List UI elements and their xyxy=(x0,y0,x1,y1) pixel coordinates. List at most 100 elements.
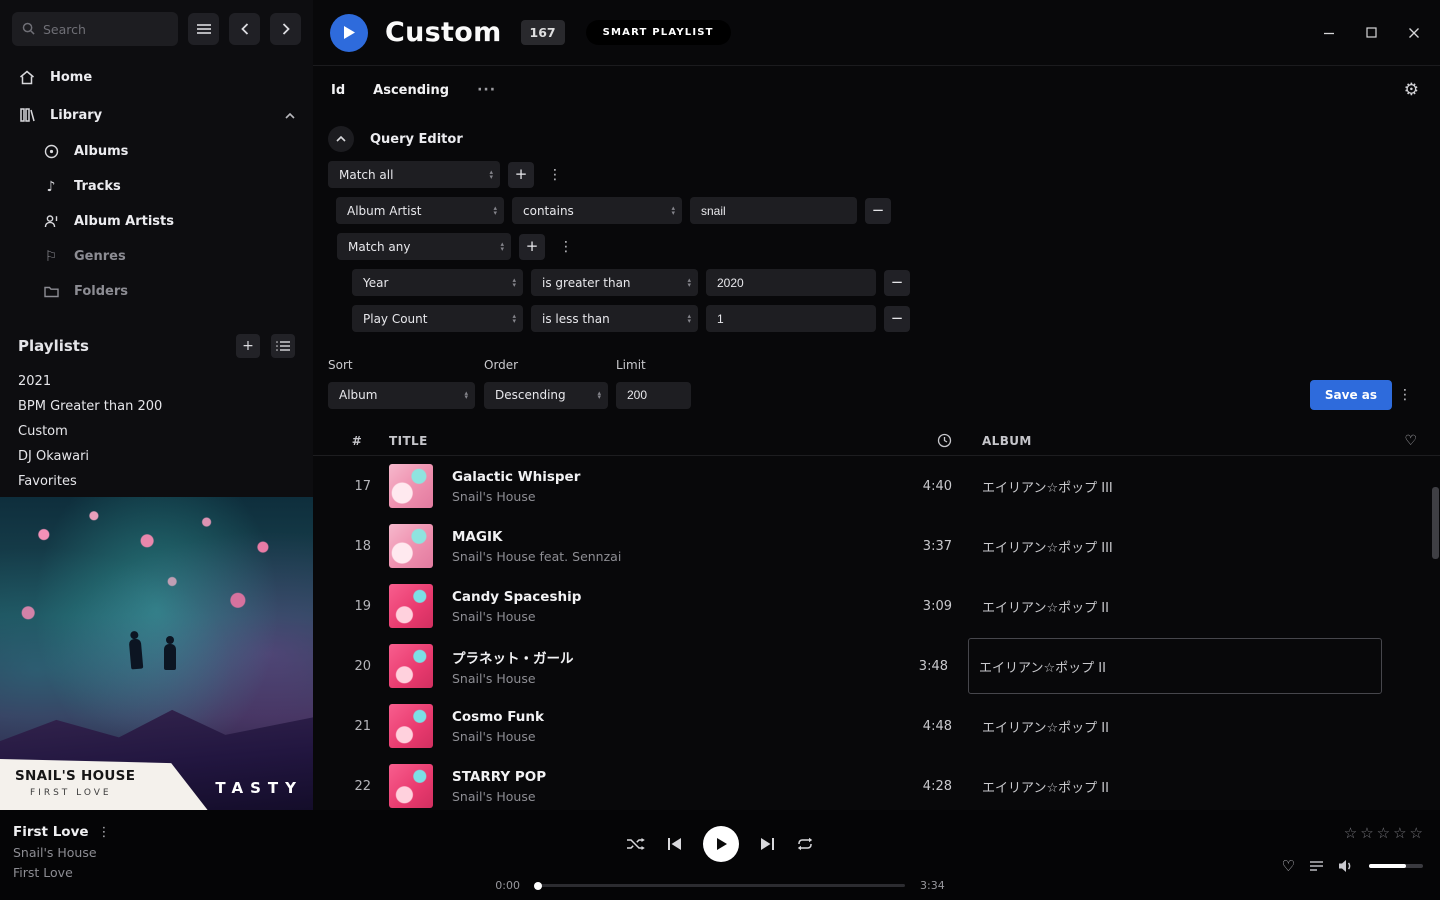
sidebar-item-albums[interactable]: Albums xyxy=(0,134,313,169)
track-row[interactable]: 21 Cosmo FunkSnail's House 4:48 エイリアン☆ポッ… xyxy=(313,696,1440,756)
remove-rule-button[interactable]: − xyxy=(884,270,910,296)
seek-bar[interactable] xyxy=(535,884,905,887)
favorite-column-icon[interactable]: ♡ xyxy=(1382,433,1440,449)
repeat-button[interactable] xyxy=(796,837,814,851)
star-icon[interactable]: ☆ xyxy=(1360,824,1373,842)
volume-fill xyxy=(1369,864,1406,868)
star-icon[interactable]: ☆ xyxy=(1377,824,1390,842)
rule-field-select[interactable]: Play Count ▴▾ xyxy=(352,305,523,332)
sidebar-item-folders[interactable]: Folders xyxy=(0,274,313,309)
sidebar-item-home[interactable]: Home xyxy=(0,58,313,96)
rule-value-input[interactable] xyxy=(706,269,876,296)
volume-icon[interactable] xyxy=(1338,859,1355,873)
duration-column-icon[interactable] xyxy=(902,433,952,448)
sidebar-item-album-artists[interactable]: Album Artists xyxy=(0,204,313,239)
rule-operator-select[interactable]: is less than ▴▾ xyxy=(531,305,698,332)
rule-value-input[interactable] xyxy=(690,197,857,224)
group-menu-button[interactable]: ⋮ xyxy=(542,165,568,185)
track-duration: 4:28 xyxy=(902,779,952,794)
rule-value-input[interactable] xyxy=(706,305,876,332)
sidebar-item-genres[interactable]: ⚐ Genres xyxy=(0,239,313,274)
chevron-up-icon[interactable] xyxy=(285,108,295,123)
now-playing-album: First Love xyxy=(13,865,114,880)
search-icon xyxy=(22,20,35,39)
track-row[interactable]: 17 Galactic WhisperSnail's House 4:40 エイ… xyxy=(313,456,1440,516)
rule-operator-select[interactable]: contains ▴▾ xyxy=(512,197,682,224)
playlist-list-button[interactable] xyxy=(271,334,295,358)
silhouette-figure xyxy=(164,644,176,670)
sort-by-select[interactable]: Album ▴▾ xyxy=(328,382,475,409)
previous-track-button[interactable] xyxy=(667,837,682,851)
save-as-button[interactable]: Save as xyxy=(1310,380,1392,410)
minimize-button[interactable] xyxy=(1323,27,1335,39)
queue-button[interactable] xyxy=(1309,860,1324,873)
group-menu-button[interactable]: ⋮ xyxy=(553,237,579,257)
sort-label: Sort xyxy=(328,358,475,372)
volume-slider[interactable] xyxy=(1369,864,1423,868)
sort-field-button[interactable]: Id xyxy=(331,83,345,98)
track-row[interactable]: 20 プラネット・ガールSnail's House 3:48 エイリアン☆ポップ… xyxy=(313,636,1440,696)
play-playlist-button[interactable] xyxy=(330,14,368,52)
match-mode-select[interactable]: Match any ▴▾ xyxy=(337,233,511,260)
settings-button[interactable]: ⚙ xyxy=(1404,80,1419,100)
star-icon[interactable]: ☆ xyxy=(1410,824,1423,842)
rule-field-select[interactable]: Year ▴▾ xyxy=(352,269,523,296)
remove-rule-button[interactable]: − xyxy=(884,306,910,332)
track-title: Cosmo Funk xyxy=(452,709,902,725)
shuffle-button[interactable] xyxy=(626,837,646,851)
sort-controls-row: Album ▴▾ Descending ▴▾ Save as ⋮ xyxy=(313,380,1440,410)
playlist-item[interactable]: Favorites xyxy=(0,469,313,494)
column-album[interactable]: ALBUM xyxy=(982,434,1382,448)
select-value: Match all xyxy=(339,168,393,182)
query-menu-button[interactable]: ⋮ xyxy=(1392,385,1418,405)
collapse-query-editor-button[interactable] xyxy=(328,126,354,152)
query-editor-title: Query Editor xyxy=(370,132,463,147)
search-box[interactable] xyxy=(12,12,178,46)
seek-handle[interactable] xyxy=(534,882,542,890)
track-title: プラネット・ガール xyxy=(452,647,898,667)
player-right-controls: ♡ xyxy=(1282,857,1423,875)
rule-field-select[interactable]: Album Artist ▴▾ xyxy=(336,197,504,224)
maximize-button[interactable] xyxy=(1366,27,1377,39)
track-row[interactable]: 19 Candy SpaceshipSnail's House 3:09 エイリ… xyxy=(313,576,1440,636)
column-title[interactable]: TITLE xyxy=(389,434,428,448)
search-input[interactable] xyxy=(43,22,168,37)
track-row[interactable]: 22 STARRY POPSnail's House 4:28 エイリアン☆ポッ… xyxy=(313,756,1440,810)
sidebar-item-tracks[interactable]: ♪ Tracks xyxy=(0,169,313,204)
now-playing-menu-button[interactable]: ⋮ xyxy=(95,825,114,840)
toolbar-more-button[interactable]: ··· xyxy=(477,82,496,98)
playlist-item[interactable]: 2021 xyxy=(0,369,313,394)
sidebar-item-label: Tracks xyxy=(74,179,121,194)
column-number[interactable]: # xyxy=(343,434,371,448)
remove-rule-button[interactable]: − xyxy=(865,198,891,224)
sort-direction-button[interactable]: Ascending xyxy=(373,83,449,98)
add-rule-button[interactable]: + xyxy=(508,162,534,188)
close-button[interactable] xyxy=(1408,27,1420,39)
nav-forward-button[interactable] xyxy=(270,13,301,45)
app-window: Home Library Albums ♪ xyxy=(0,0,1440,900)
playlist-item[interactable]: DJ Okawari xyxy=(0,444,313,469)
scrollbar-thumb[interactable] xyxy=(1432,487,1439,559)
nav-back-button[interactable] xyxy=(229,13,260,45)
sidebar-item-library[interactable]: Library xyxy=(0,96,313,134)
updown-caret-icon: ▴▾ xyxy=(512,278,516,287)
sidebar: Home Library Albums ♪ xyxy=(0,0,313,810)
track-album-focused-cell[interactable]: エイリアン☆ポップ II xyxy=(968,638,1382,694)
limit-input[interactable] xyxy=(616,382,691,409)
star-icon[interactable]: ☆ xyxy=(1344,824,1357,842)
favorite-button[interactable]: ♡ xyxy=(1282,857,1295,875)
play-pause-button[interactable] xyxy=(703,826,739,862)
add-playlist-button[interactable]: + xyxy=(236,334,260,358)
select-value: Album Artist xyxy=(347,204,421,218)
add-rule-button[interactable]: + xyxy=(519,234,545,260)
playlist-item[interactable]: Custom xyxy=(0,419,313,444)
next-track-button[interactable] xyxy=(760,837,775,851)
rule-operator-select[interactable]: is greater than ▴▾ xyxy=(531,269,698,296)
playlist-item[interactable]: BPM Greater than 200 xyxy=(0,394,313,419)
match-mode-select[interactable]: Match all ▴▾ xyxy=(328,161,500,188)
track-row[interactable]: 18 MAGIKSnail's House feat. Sennzai 3:37… xyxy=(313,516,1440,576)
track-duration: 3:37 xyxy=(902,539,952,554)
star-icon[interactable]: ☆ xyxy=(1393,824,1406,842)
order-select[interactable]: Descending ▴▾ xyxy=(484,382,608,409)
menu-button[interactable] xyxy=(188,13,219,45)
